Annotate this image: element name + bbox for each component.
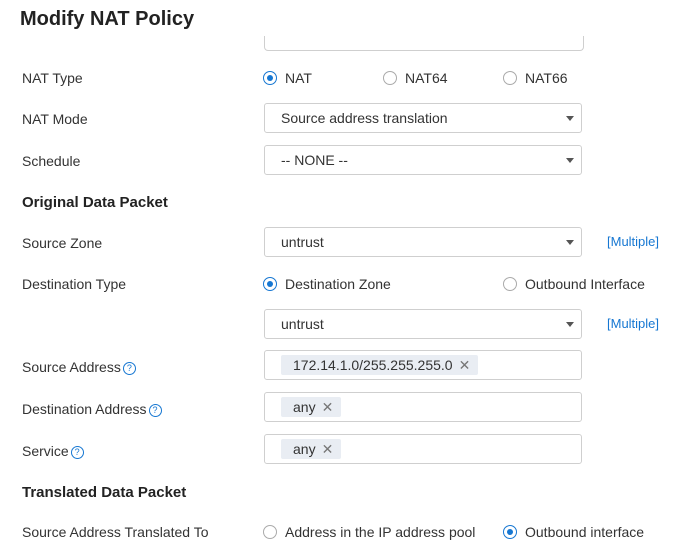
nat-mode-label: NAT Mode xyxy=(22,111,88,127)
schedule-select[interactable]: -- NONE -- xyxy=(264,145,582,175)
source-address-input[interactable]: 172.14.1.0/255.255.255.0 ✕ xyxy=(264,350,582,380)
schedule-label: Schedule xyxy=(22,153,81,169)
select-value: Source address translation xyxy=(281,110,448,126)
radio-unselected-icon xyxy=(383,71,397,85)
address-tag: any ✕ xyxy=(281,397,342,417)
close-icon[interactable]: ✕ xyxy=(322,399,334,416)
address-tag: 172.14.1.0/255.255.255.0 ✕ xyxy=(281,355,479,375)
service-label: Service? xyxy=(22,443,84,459)
close-icon[interactable]: ✕ xyxy=(459,357,471,374)
close-icon[interactable]: ✕ xyxy=(322,441,334,458)
service-label-text: Service xyxy=(22,443,69,459)
source-translated-radio-outbound[interactable]: Outbound interface xyxy=(503,524,644,540)
radio-label: Address in the IP address pool xyxy=(285,524,476,540)
nat-type-radio-nat66[interactable]: NAT66 xyxy=(503,70,568,86)
source-address-label: Source Address? xyxy=(22,359,136,375)
nat-mode-select[interactable]: Source address translation xyxy=(264,103,582,133)
chevron-down-icon xyxy=(566,240,574,245)
select-value: untrust xyxy=(281,316,324,332)
source-translated-radio-pool[interactable]: Address in the IP address pool xyxy=(263,524,475,540)
source-address-label-text: Source Address xyxy=(22,359,121,375)
source-zone-label: Source Zone xyxy=(22,235,103,251)
radio-selected-icon xyxy=(503,525,517,539)
service-tag: any ✕ xyxy=(281,439,342,459)
tag-text: any xyxy=(293,441,316,457)
radio-label: Destination Zone xyxy=(285,276,391,292)
source-zone-multiple-link[interactable]: [Multiple] xyxy=(607,234,659,249)
radio-label: NAT64 xyxy=(405,70,448,86)
select-value: untrust xyxy=(281,234,324,250)
nat-type-radio-nat[interactable]: NAT xyxy=(263,70,312,86)
destination-address-label: Destination Address? xyxy=(22,401,162,417)
radio-label: Outbound interface xyxy=(525,524,645,540)
source-zone-select[interactable]: untrust xyxy=(264,227,582,257)
destination-type-radio-interface[interactable]: Outbound Interface xyxy=(503,276,645,292)
original-packet-heading: Original Data Packet xyxy=(22,194,168,211)
destination-address-input[interactable]: any ✕ xyxy=(264,392,582,422)
scrolled-field-bottom-edge xyxy=(264,36,584,51)
radio-label: NAT66 xyxy=(525,70,568,86)
destination-zone-select[interactable]: untrust xyxy=(264,309,582,339)
source-translated-label: Source Address Translated To xyxy=(22,524,209,540)
chevron-down-icon xyxy=(566,322,574,327)
radio-unselected-icon xyxy=(503,277,517,291)
question-circle-icon[interactable]: ? xyxy=(70,446,84,459)
tag-text: 172.14.1.0/255.255.255.0 xyxy=(293,357,453,373)
question-circle-icon[interactable]: ? xyxy=(122,362,136,375)
service-input[interactable]: any ✕ xyxy=(264,434,582,464)
tag-text: any xyxy=(293,399,316,415)
radio-selected-icon xyxy=(263,277,277,291)
question-circle-icon[interactable]: ? xyxy=(148,404,162,417)
dialog-title: Modify NAT Policy xyxy=(20,8,195,30)
radio-selected-icon xyxy=(263,71,277,85)
chevron-down-icon xyxy=(566,158,574,163)
nat-type-radio-nat64[interactable]: NAT64 xyxy=(383,70,448,86)
translated-packet-heading: Translated Data Packet xyxy=(22,484,187,501)
destination-type-radio-zone[interactable]: Destination Zone xyxy=(263,276,391,292)
radio-unselected-icon xyxy=(503,71,517,85)
radio-unselected-icon xyxy=(263,525,277,539)
destination-address-label-text: Destination Address xyxy=(22,401,147,417)
chevron-down-icon xyxy=(566,116,574,121)
select-value: -- NONE -- xyxy=(281,152,348,168)
nat-type-label: NAT Type xyxy=(22,70,83,86)
destination-zone-multiple-link[interactable]: [Multiple] xyxy=(607,316,659,331)
radio-label: NAT xyxy=(285,70,312,86)
radio-label: Outbound Interface xyxy=(525,276,645,292)
destination-type-label: Destination Type xyxy=(22,276,127,292)
